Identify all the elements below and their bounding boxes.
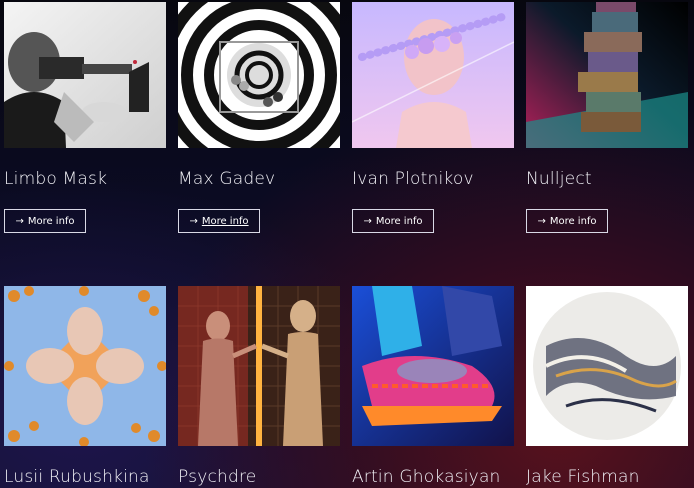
artist-card-jake-fishman: Jake Fishman [526,286,688,488]
artist-grid: Limbo Mask → More info Max Gadev → More … [0,0,694,488]
artwork-image[interactable] [178,2,340,148]
arrow-right-icon: → [363,215,372,227]
artist-name: Jake Fishman [526,467,640,487]
more-info-label: More info [375,215,423,227]
more-info-button[interactable]: → More info [178,209,260,233]
artist-name: Psychdre [178,467,257,487]
arrow-right-icon: → [189,215,198,227]
artwork-image[interactable] [526,2,688,148]
artist-card-nullject: Nullject → More info [526,2,688,233]
artist-card-max-gadev: Max Gadev → More info [178,2,340,233]
artist-card-ivan-plotnikov: Ivan Plotnikov → More info [352,2,514,233]
artist-name: Max Gadev [178,169,276,189]
artist-name: Limbo Mask [4,169,108,189]
more-info-button[interactable]: → More info [4,209,86,233]
arrow-right-icon: → [15,215,24,227]
arrow-right-icon: → [537,215,546,227]
artist-card-artin-ghokasiyan: Artin Ghokasiyan [352,286,514,488]
artist-name: Artin Ghokasiyan [352,467,501,487]
artwork-image[interactable] [352,286,514,446]
more-info-button[interactable]: → More info [352,209,434,233]
artist-card-lusii-rubushkina: Lusii Rubushkina [4,286,166,488]
artist-card-limbo-mask: Limbo Mask → More info [4,2,166,233]
artwork-image[interactable] [178,286,340,446]
artist-name: Ivan Plotnikov [352,169,474,189]
artist-name: Nullject [526,169,592,189]
artwork-image[interactable] [4,2,166,148]
artist-name: Lusii Rubushkina [4,467,150,487]
more-info-button[interactable]: → More info [526,209,608,233]
more-info-label: More info [27,215,75,227]
more-info-label: More info [549,215,597,227]
artwork-image[interactable] [526,286,688,446]
more-info-label: More info [201,215,249,227]
artwork-image[interactable] [4,286,166,446]
artist-card-psychdre: Psychdre [178,286,340,488]
artwork-image[interactable] [352,2,514,148]
